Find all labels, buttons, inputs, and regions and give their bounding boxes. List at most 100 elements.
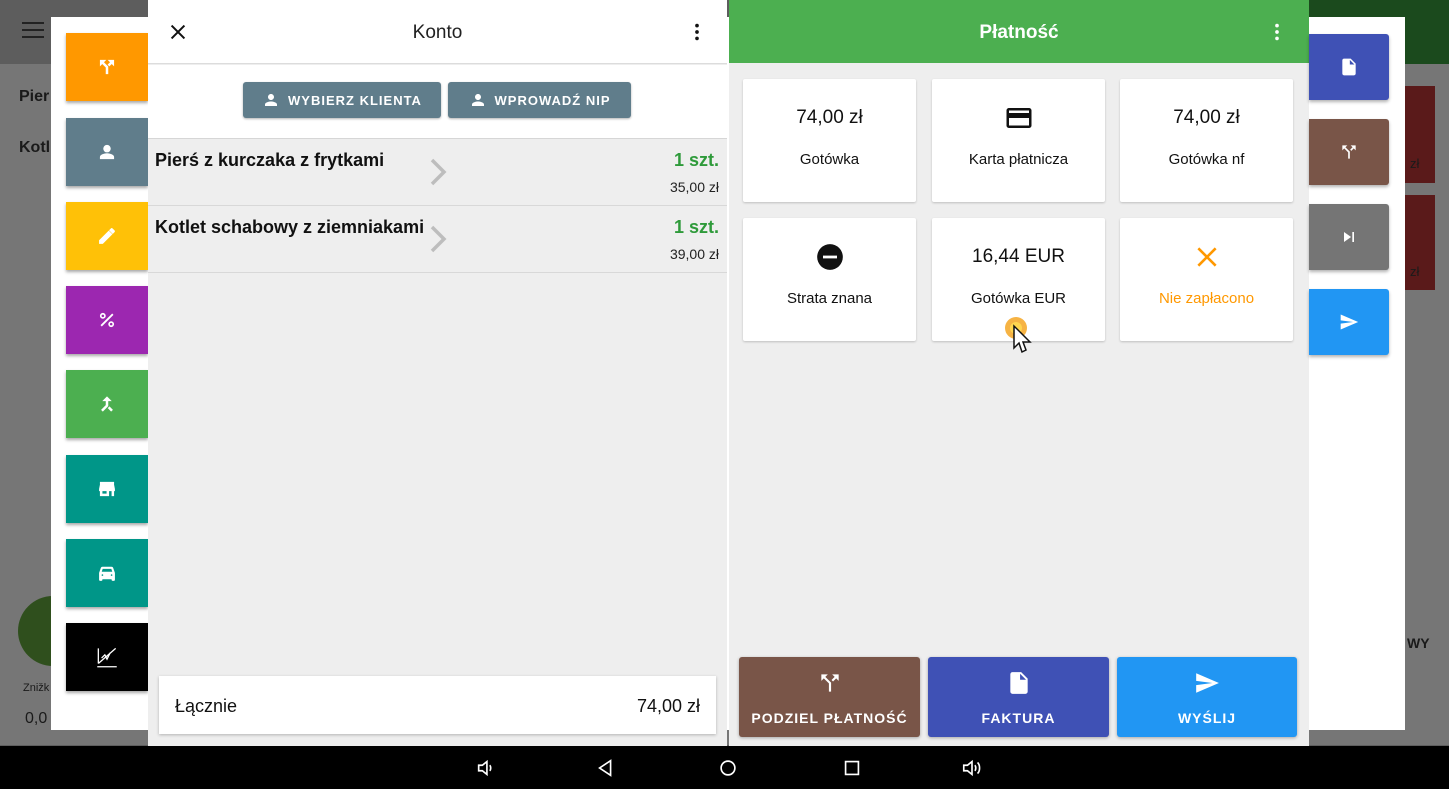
store-icon — [99, 481, 115, 497]
pointer-cursor-icon — [1005, 317, 1032, 354]
split-icon — [99, 59, 115, 75]
split-icon — [1342, 145, 1356, 159]
payment-header: Płatność — [729, 0, 1309, 63]
account-header: Konto — [148, 0, 727, 64]
payment-method-label: Gotówka nf — [1168, 151, 1245, 168]
background-text: Znižk — [23, 682, 50, 694]
edit-action-button[interactable] — [66, 202, 148, 270]
select-client-label: WYBIERZ KLIENTA — [288, 92, 422, 108]
payment-menu-button[interactable] — [1263, 18, 1291, 46]
payment-method-label: Gotówka — [799, 151, 860, 168]
payment-method-cash[interactable]: 74,00 zł Gotówka — [743, 79, 916, 202]
background-text: Kotl — [19, 139, 51, 156]
volume-down-icon[interactable] — [474, 757, 498, 779]
merge-action-button[interactable] — [66, 370, 148, 438]
merge-icon — [101, 396, 113, 412]
background-text: WY — [1407, 635, 1430, 651]
close-icon — [1196, 247, 1217, 267]
credit-card-icon — [1006, 108, 1031, 128]
menu-icon — [22, 22, 44, 42]
background-text: Pier — [19, 88, 50, 105]
more-vert-icon — [695, 23, 699, 41]
client-action-button[interactable] — [66, 118, 148, 186]
quick-invoice-button[interactable] — [1309, 34, 1389, 100]
discount-action-button[interactable] — [66, 286, 148, 354]
payment-method-label: Karta płatnicza — [968, 151, 1069, 168]
payment-method-known-loss[interactable]: Strata znana — [743, 218, 916, 341]
item-quantity: 1 szt. — [673, 150, 719, 170]
account-title: Konto — [412, 22, 463, 43]
total-card: Łącznie 74,00 zł — [159, 676, 716, 734]
volume-up-icon[interactable] — [960, 757, 984, 779]
item-price: 39,00 zł — [669, 246, 719, 262]
quick-send-button[interactable] — [1309, 289, 1389, 355]
split-payment-label: PODZIEL PŁATNOŚĆ — [751, 710, 908, 726]
quick-split-button[interactable] — [1309, 119, 1389, 185]
client-bar: WYBIERZ KLIENTA WPROWADŹ NIP — [148, 65, 727, 139]
total-value: 74,00 zł — [636, 696, 700, 716]
payment-amount: 74,00 zł — [1173, 107, 1240, 128]
item-name: Pierś z kurczaka z frytkami — [155, 150, 385, 170]
payment-panel: Płatność 74,00 zł Gotówka Karta płatnicz… — [729, 0, 1309, 746]
payment-method-label: Strata znana — [786, 290, 873, 307]
loss-icon-wrap — [743, 244, 916, 270]
skip-next-icon — [1344, 232, 1354, 242]
total-label: Łącznie — [175, 696, 238, 716]
split-action-button[interactable] — [66, 33, 148, 101]
account-menu-button[interactable] — [683, 18, 711, 46]
send-icon — [1340, 314, 1359, 330]
payment-method-cash-nf[interactable]: 74,00 zł Gotówka nf — [1120, 79, 1293, 202]
person-icon — [99, 144, 115, 160]
send-button[interactable]: WYŚLIJ — [1117, 657, 1297, 737]
background-text: zł — [1410, 264, 1420, 279]
chevron-right-icon — [430, 225, 447, 253]
item-quantity: 1 szt. — [673, 217, 719, 237]
payment-method-card[interactable]: Karta płatnicza — [932, 79, 1105, 202]
send-label: WYŚLIJ — [1177, 710, 1237, 726]
person-icon — [471, 94, 484, 106]
document-icon — [1342, 58, 1356, 76]
minus-circle-icon — [816, 244, 843, 270]
quick-skip-button[interactable] — [1309, 204, 1389, 270]
order-item[interactable]: Pierś z kurczaka z frytkami 1 szt. 35,00… — [148, 139, 727, 206]
invoice-label: FAKTURA — [981, 710, 1056, 726]
invoice-icon-wrap — [928, 670, 1109, 698]
recent-apps-icon[interactable] — [840, 757, 864, 779]
payment-method-label: Nie zapłacono — [1158, 290, 1255, 307]
system-nav-bar — [0, 746, 1449, 789]
back-icon[interactable] — [594, 757, 618, 779]
document-icon — [1009, 672, 1028, 694]
delivery-action-button[interactable] — [66, 539, 148, 607]
payment-title: Płatność — [979, 22, 1059, 43]
send-icon — [1196, 673, 1219, 693]
person-icon — [265, 94, 278, 106]
pencil-icon — [99, 228, 115, 244]
order-item[interactable]: Kotlet schabowy z ziemniakami 1 szt. 39,… — [148, 206, 727, 273]
enter-nip-button[interactable]: WPROWADŹ NIP — [448, 82, 631, 118]
signature-icon — [97, 647, 117, 668]
invoice-button[interactable]: FAKTURA — [928, 657, 1109, 737]
payment-method-label: Gotówka EUR — [970, 290, 1067, 307]
select-client-button[interactable]: WYBIERZ KLIENTA — [243, 82, 441, 118]
sign-action-button[interactable] — [66, 623, 148, 691]
item-name: Kotlet schabowy z ziemniakami — [155, 217, 425, 237]
home-icon[interactable] — [716, 757, 740, 779]
percent-icon — [99, 312, 115, 328]
enter-nip-label: WPROWADŹ NIP — [494, 92, 611, 108]
more-vert-icon — [1275, 23, 1279, 41]
store-action-button[interactable] — [66, 455, 148, 523]
not-paid-icon-wrap — [1120, 245, 1293, 269]
chevron-right-icon — [430, 158, 447, 186]
background-text: zł — [1410, 156, 1420, 171]
payment-amount: 16,44 EUR — [972, 246, 1065, 267]
split-icon — [820, 674, 839, 692]
account-panel: Konto WYBIERZ KLIENTA WPROWADŹ NIP Pierś… — [148, 0, 727, 746]
send-icon-wrap — [1117, 670, 1297, 698]
card-icon-wrap — [932, 106, 1105, 130]
split-payment-button[interactable]: PODZIEL PŁATNOŚĆ — [739, 657, 920, 737]
car-icon — [99, 566, 115, 581]
split-icon-wrap — [739, 670, 920, 698]
payment-amount: 74,00 zł — [796, 107, 863, 128]
payment-method-not-paid[interactable]: Nie zapłacono — [1120, 218, 1293, 341]
background-text: 0,0 — [25, 710, 48, 727]
